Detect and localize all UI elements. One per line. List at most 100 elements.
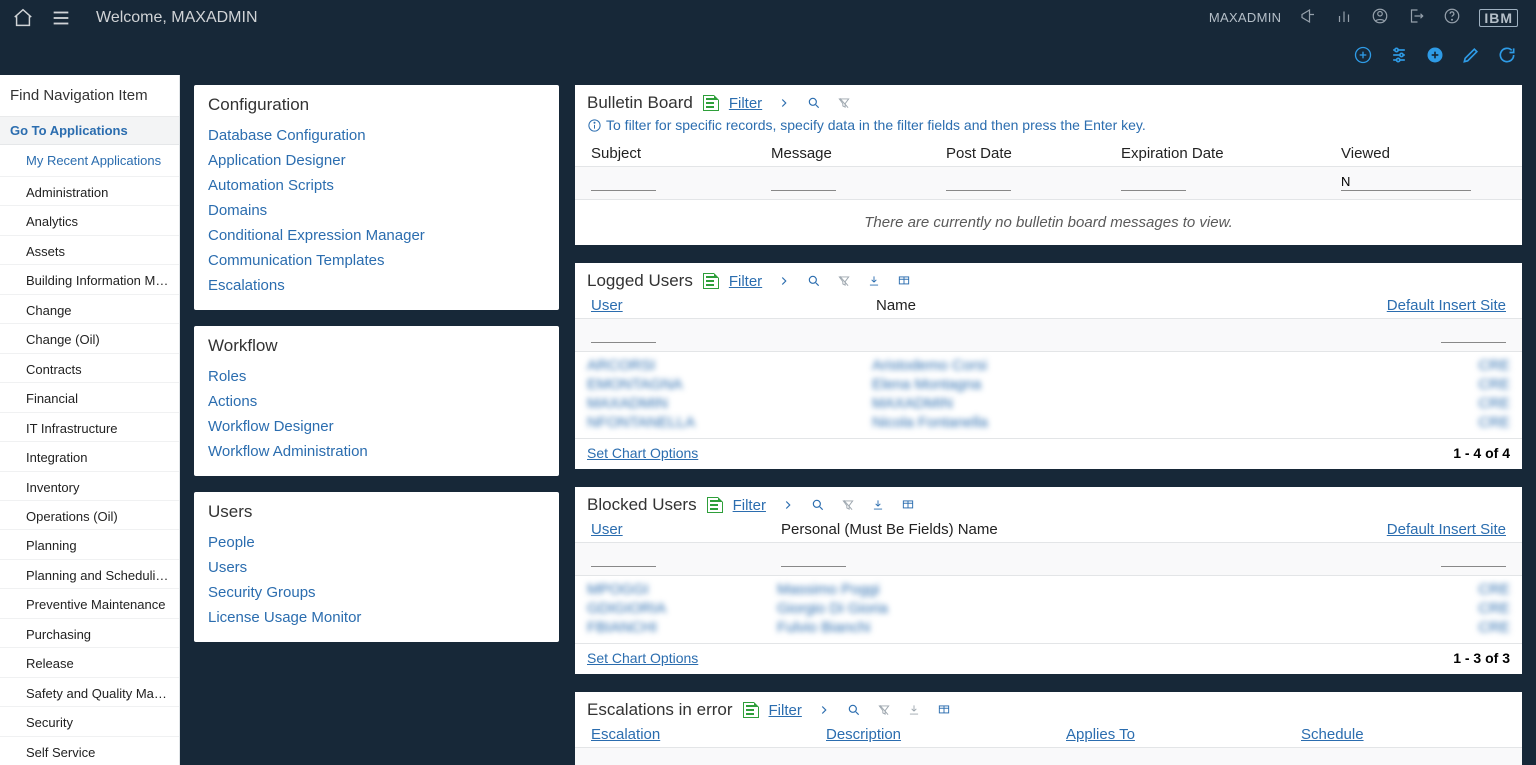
set-chart-options[interactable]: Set Chart Options xyxy=(587,650,698,666)
col-site[interactable]: Default Insert Site xyxy=(1252,517,1510,542)
announce-icon[interactable] xyxy=(1299,7,1317,28)
add-icon[interactable] xyxy=(1424,44,1446,66)
excel-icon[interactable] xyxy=(703,95,719,111)
nav-release[interactable]: Release xyxy=(0,647,179,676)
link-license-monitor[interactable]: License Usage Monitor xyxy=(208,605,545,630)
clear-filter-icon[interactable] xyxy=(836,273,852,289)
chevron-right-icon[interactable] xyxy=(780,497,796,513)
link-actions[interactable]: Actions xyxy=(208,389,545,414)
download-icon[interactable] xyxy=(906,702,922,718)
table-view-icon[interactable] xyxy=(936,702,952,718)
nav-security[interactable]: Security xyxy=(0,706,179,735)
user-link[interactable]: MPOGGI xyxy=(587,581,649,598)
col-user[interactable]: User xyxy=(587,293,872,318)
filter-site[interactable] xyxy=(1441,549,1506,567)
col-user[interactable]: User xyxy=(587,517,777,542)
nav-change-oil[interactable]: Change (Oil) xyxy=(0,323,179,352)
chevron-right-icon[interactable] xyxy=(776,95,792,111)
filter-link[interactable]: Filter xyxy=(729,95,762,112)
set-chart-options[interactable]: Set Chart Options xyxy=(587,445,698,461)
link-comm-templates[interactable]: Communication Templates xyxy=(208,248,545,273)
user-link[interactable]: FBIANCHI xyxy=(587,619,657,636)
chevron-right-icon[interactable] xyxy=(776,273,792,289)
find-navigation-input[interactable]: Find Navigation Item xyxy=(0,75,179,117)
filter-escalation[interactable] xyxy=(591,754,656,765)
col-description[interactable]: Description xyxy=(822,722,1062,747)
link-workflow-designer[interactable]: Workflow Designer xyxy=(208,414,545,439)
user-link[interactable]: GDIGIORIA xyxy=(587,600,666,617)
edit-icon[interactable] xyxy=(1460,44,1482,66)
download-icon[interactable] xyxy=(870,497,886,513)
nav-preventive-maint[interactable]: Preventive Maintenance xyxy=(0,588,179,617)
link-roles[interactable]: Roles xyxy=(208,364,545,389)
logout-icon[interactable] xyxy=(1407,7,1425,28)
nav-bim[interactable]: Building Information Mo... xyxy=(0,264,179,293)
nav-integration[interactable]: Integration xyxy=(0,441,179,470)
goto-applications-header[interactable]: Go To Applications xyxy=(0,117,179,145)
col-site[interactable]: Default Insert Site xyxy=(1197,293,1510,318)
col-escalation[interactable]: Escalation xyxy=(587,722,822,747)
chart-icon[interactable] xyxy=(1335,7,1353,28)
filter-viewed[interactable] xyxy=(1341,173,1471,191)
menu-icon[interactable] xyxy=(50,7,72,29)
nav-contracts[interactable]: Contracts xyxy=(0,353,179,382)
filter-name[interactable] xyxy=(781,549,846,567)
clear-filter-icon[interactable] xyxy=(840,497,856,513)
filter-post[interactable] xyxy=(946,173,1011,191)
user-link[interactable]: MAXADMIN xyxy=(587,395,668,412)
nav-administration[interactable]: Administration xyxy=(0,176,179,205)
link-cond-expr[interactable]: Conditional Expression Manager xyxy=(208,223,545,248)
filter-subject[interactable] xyxy=(591,173,656,191)
excel-icon[interactable] xyxy=(703,273,719,289)
clear-filter-icon[interactable] xyxy=(876,702,892,718)
filter-user[interactable] xyxy=(591,325,656,343)
user-link[interactable]: ARCORSI xyxy=(587,357,655,374)
user-link[interactable]: EMONTAGNA xyxy=(587,376,683,393)
filter-link[interactable]: Filter xyxy=(729,273,762,290)
link-workflow-admin[interactable]: Workflow Administration xyxy=(208,439,545,464)
settings-sliders-icon[interactable] xyxy=(1388,44,1410,66)
help-icon[interactable] xyxy=(1443,7,1461,28)
col-applies[interactable]: Applies To xyxy=(1062,722,1297,747)
nav-self-service[interactable]: Self Service xyxy=(0,736,179,765)
filter-message[interactable] xyxy=(771,173,836,191)
table-view-icon[interactable] xyxy=(896,273,912,289)
nav-analytics[interactable]: Analytics xyxy=(0,205,179,234)
clear-filter-icon[interactable] xyxy=(836,95,852,111)
filter-link[interactable]: Filter xyxy=(733,497,766,514)
filter-description[interactable] xyxy=(826,754,891,765)
excel-icon[interactable] xyxy=(707,497,723,513)
link-escalations[interactable]: Escalations xyxy=(208,273,545,298)
col-schedule[interactable]: Schedule xyxy=(1297,722,1510,747)
filter-exp[interactable] xyxy=(1121,173,1186,191)
filter-applies[interactable] xyxy=(1066,754,1131,765)
nav-planning[interactable]: Planning xyxy=(0,529,179,558)
link-people[interactable]: People xyxy=(208,530,545,555)
my-recent-applications[interactable]: My Recent Applications xyxy=(0,145,179,176)
filter-site[interactable] xyxy=(1441,325,1506,343)
link-security-groups[interactable]: Security Groups xyxy=(208,580,545,605)
filter-schedule[interactable] xyxy=(1301,754,1366,765)
link-users[interactable]: Users xyxy=(208,555,545,580)
filter-link[interactable]: Filter xyxy=(769,702,802,719)
link-database-config[interactable]: Database Configuration xyxy=(208,123,545,148)
user-link[interactable]: NFONTANELLA xyxy=(587,414,695,431)
filter-user[interactable] xyxy=(591,549,656,567)
search-icon[interactable] xyxy=(806,273,822,289)
nav-purchasing[interactable]: Purchasing xyxy=(0,618,179,647)
link-app-designer[interactable]: Application Designer xyxy=(208,148,545,173)
nav-planning-sched[interactable]: Planning and Scheduling xyxy=(0,559,179,588)
nav-assets[interactable]: Assets xyxy=(0,235,179,264)
link-automation-scripts[interactable]: Automation Scripts xyxy=(208,173,545,198)
nav-it-infra[interactable]: IT Infrastructure xyxy=(0,412,179,441)
search-icon[interactable] xyxy=(846,702,862,718)
nav-safety-quality[interactable]: Safety and Quality Mana... xyxy=(0,677,179,706)
excel-icon[interactable] xyxy=(743,702,759,718)
home-icon[interactable] xyxy=(12,7,34,29)
profile-icon[interactable] xyxy=(1371,7,1389,28)
table-view-icon[interactable] xyxy=(900,497,916,513)
link-domains[interactable]: Domains xyxy=(208,198,545,223)
search-icon[interactable] xyxy=(810,497,826,513)
nav-financial[interactable]: Financial xyxy=(0,382,179,411)
nav-operations-oil[interactable]: Operations (Oil) xyxy=(0,500,179,529)
